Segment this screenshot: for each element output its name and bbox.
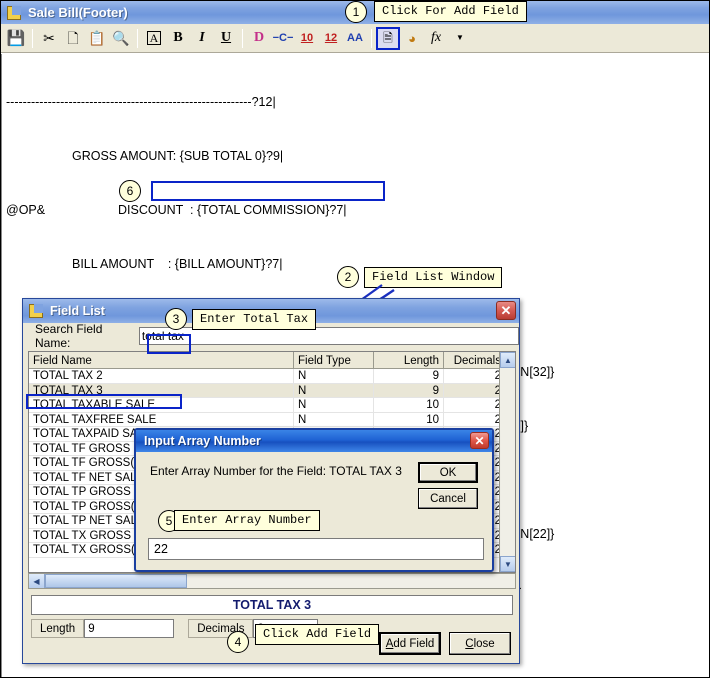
font-color-button[interactable]: A	[142, 27, 166, 50]
scroll-up-icon[interactable]: ▲	[500, 352, 515, 368]
column-header-field-type[interactable]: Field Type	[294, 352, 374, 368]
length-input[interactable]: 9	[84, 619, 175, 638]
double-width-button[interactable]: AA	[343, 27, 367, 50]
doc-line: ----------------------------------------…	[6, 95, 276, 109]
cell-decimals: 2	[444, 383, 506, 397]
ok-button[interactable]: OK	[418, 462, 478, 483]
search-value-highlight	[147, 334, 191, 354]
grid-horizontal-scrollbar[interactable]: ◀	[28, 573, 516, 589]
cell-length: 9	[374, 369, 444, 383]
cut-button[interactable]: ✂	[37, 27, 61, 50]
cell-length: 10	[374, 398, 444, 412]
italic-button[interactable]: I	[190, 27, 214, 50]
function-button[interactable]: fx	[424, 27, 448, 50]
condensed-mode-button[interactable]: −C−	[271, 27, 295, 50]
callout-label-4: Click Add Field	[255, 624, 380, 645]
callout-label-2: Field List Window	[364, 267, 503, 288]
doc-line: GROSS AMOUNT: {SUB TOTAL 0}?9|	[6, 149, 284, 163]
cell-field-type: N	[294, 369, 374, 383]
cell-decimals: 2	[444, 412, 506, 426]
cell-field-type: N	[294, 412, 374, 426]
field-list-icon	[28, 303, 44, 319]
callout-label-5: Enter Array Number	[174, 510, 320, 531]
doc-line: @OP& DISCOUNT : {TOTAL COMMISSION}?7|	[6, 203, 347, 217]
draft-mode-button[interactable]: D	[247, 27, 271, 50]
toolbar-separator	[371, 28, 372, 48]
toolbar-separator	[32, 28, 33, 48]
app-logo-icon	[6, 5, 22, 21]
input-array-number-dialog: Input Array Number ✕ Enter Array Number …	[134, 428, 494, 572]
callout-label-3: Enter Total Tax	[192, 309, 317, 330]
grid-vertical-scrollbar[interactable]: ▲ ▼	[499, 352, 515, 572]
bold-button[interactable]: B	[166, 27, 190, 50]
callout-bubble-1: 1	[345, 1, 367, 23]
table-row[interactable]: TOTAL TAXABLE SALE N 10 2	[29, 398, 515, 413]
pitch-10-button[interactable]: 10	[295, 27, 319, 50]
cell-field-name: TOTAL TAXFREE SALE	[29, 412, 294, 426]
cell-field-type: N	[294, 383, 374, 397]
underline-button[interactable]: U	[214, 27, 238, 50]
cell-field-name: TOTAL TAX 2	[29, 369, 294, 383]
callout-bubble-6: 6	[119, 180, 141, 202]
cell-decimals: 2	[444, 369, 506, 383]
search-field-label: Search Field Name:	[35, 321, 103, 350]
window-title: Sale Bill(Footer)	[28, 5, 128, 20]
save-button[interactable]: 💾	[4, 27, 28, 50]
paste-button[interactable]: 📋	[85, 27, 109, 50]
scroll-down-icon[interactable]: ▼	[500, 556, 515, 572]
close-icon[interactable]: ✕	[470, 432, 489, 449]
scroll-left-icon[interactable]: ◀	[29, 574, 45, 588]
column-header-decimals[interactable]: Decimals	[444, 352, 506, 368]
field-list-buttons: Add Field Close	[379, 632, 511, 655]
pitch-12-button[interactable]: 12	[319, 27, 343, 50]
selected-field-name: TOTAL TAX 3	[31, 595, 513, 615]
array-dialog-titlebar: Input Array Number ✕	[136, 430, 492, 452]
cell-field-name: TOTAL TAXABLE SALE	[29, 398, 294, 412]
array-dialog-prompt: Enter Array Number for the Field: TOTAL …	[150, 464, 402, 478]
copy-button[interactable]: 🗋	[61, 27, 85, 50]
table-row[interactable]: TOTAL TAX 3N92	[29, 383, 515, 398]
array-dialog-title: Input Array Number	[144, 434, 261, 448]
add-field-button[interactable]: 🗎	[376, 26, 400, 50]
field-list-title: Field List	[50, 304, 105, 318]
array-number-input[interactable]: 22	[148, 538, 484, 560]
toolbar-separator	[242, 28, 243, 48]
cancel-button[interactable]: Cancel	[418, 488, 478, 509]
main-toolbar: 💾 ✂ 🗋 📋 🔍 A B I U D −C− 10 12 AA 🗎 ◕ fx …	[1, 24, 709, 53]
table-row[interactable]: TOTAL TAX 2N92	[29, 369, 515, 384]
cell-field-type: N	[294, 398, 374, 412]
application-window: Sale Bill(Footer) 💾 ✂ 🗋 📋 🔍 A B I U D −C…	[0, 0, 710, 678]
cell-length: 9	[374, 383, 444, 397]
grid-header-row: Field Name Field Type Length Decimals	[29, 352, 515, 369]
column-header-length[interactable]: Length	[374, 352, 444, 368]
callout-bubble-2: 2	[337, 266, 359, 288]
cell-length: 10	[374, 412, 444, 426]
table-row[interactable]: TOTAL TAXFREE SALE N 10 2	[29, 412, 515, 427]
cell-decimals: 2	[444, 398, 506, 412]
callout-bubble-3: 3	[165, 308, 187, 330]
color-palette-button[interactable]: ◕	[400, 27, 424, 50]
close-icon[interactable]: ✕	[496, 301, 516, 320]
hscroll-thumb[interactable]	[45, 574, 187, 588]
cell-field-name: TOTAL TAX 3	[29, 383, 294, 397]
length-label: Length	[31, 619, 85, 638]
column-header-field-name[interactable]: Field Name	[29, 352, 294, 368]
find-button[interactable]: 🔍	[109, 27, 133, 50]
close-dialog-button[interactable]: Close	[449, 632, 511, 655]
callout-bubble-4: 4	[227, 631, 249, 653]
dropdown-arrow-icon[interactable]: ▼	[448, 27, 472, 50]
callout-label-1: Click For Add Field	[374, 1, 527, 22]
toolbar-separator	[137, 28, 138, 48]
add-field-dialog-button[interactable]: Add Field	[379, 632, 441, 655]
